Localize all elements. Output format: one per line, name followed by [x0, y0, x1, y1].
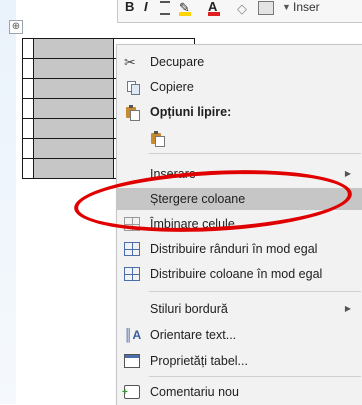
- table-properties-icon: [124, 354, 140, 368]
- table-cell-selected[interactable]: [33, 118, 114, 139]
- bold-button[interactable]: B: [125, 0, 134, 14]
- menu-item-label: Orientare text...: [150, 328, 237, 342]
- new-comment-icon: +: [122, 385, 140, 399]
- menu-item-cut[interactable]: ✂ Decupare: [117, 51, 362, 73]
- italic-button[interactable]: I: [144, 0, 148, 14]
- menu-item-label: Decupare: [150, 55, 205, 69]
- borders-icon[interactable]: [258, 1, 274, 15]
- table-cell[interactable]: [22, 78, 34, 99]
- copy-icon: [124, 80, 140, 95]
- table-cell-selected[interactable]: [33, 58, 114, 79]
- distribute-rows-icon: [124, 242, 140, 256]
- table-cell[interactable]: [22, 38, 34, 59]
- table-cell-selected[interactable]: [33, 158, 114, 179]
- shading-icon[interactable]: ◇: [237, 1, 247, 17]
- table-cell-selected[interactable]: [33, 38, 114, 59]
- menu-item-distribute-columns[interactable]: Distribuire coloane în mod egal: [117, 263, 362, 285]
- table-cell[interactable]: [22, 158, 34, 179]
- text-direction-icon: ║A: [124, 328, 142, 342]
- font-color-bar: [208, 12, 220, 16]
- menu-item-text-direction[interactable]: ║A Orientare text...: [117, 324, 362, 346]
- distribute-columns-icon: [124, 267, 140, 281]
- center-align-icon[interactable]: [160, 1, 170, 15]
- table-move-handle-icon[interactable]: ⊕: [9, 20, 23, 34]
- menu-item-copy[interactable]: Copiere: [117, 76, 362, 98]
- menu-item-table-properties[interactable]: Proprietăți tabel...: [117, 350, 362, 372]
- table-cell[interactable]: [22, 98, 34, 119]
- paste-options-label: Opțiuni lipire:: [150, 105, 232, 119]
- mini-toolbar: B I ✎ A ◇ ▼ Inser: [117, 0, 362, 23]
- menu-separator: [149, 153, 361, 154]
- menu-separator: [149, 376, 361, 377]
- paste-keep-format-icon: [149, 131, 165, 147]
- menu-item-label: Proprietăți tabel...: [150, 354, 248, 368]
- menu-item-label: Copiere: [150, 80, 194, 94]
- submenu-arrow-icon: ▶: [344, 169, 351, 178]
- ruler-strip: [0, 0, 16, 404]
- scissors-icon: ✂: [124, 54, 136, 70]
- menu-item-label: Stiluri bordură: [150, 302, 228, 316]
- submenu-arrow-icon: ▶: [344, 304, 351, 313]
- clipboard-icon: [124, 105, 140, 121]
- chevron-down-icon[interactable]: ▼: [282, 2, 291, 12]
- menu-item-label: Distribuire coloane în mod egal: [150, 267, 323, 281]
- paste-options-header: Opțiuni lipire:: [117, 101, 362, 123]
- menu-item-distribute-rows[interactable]: Distribuire rânduri în mod egal: [117, 238, 362, 260]
- table-cell-selected[interactable]: [33, 138, 114, 159]
- table-cell[interactable]: [22, 138, 34, 159]
- insert-button[interactable]: Inser: [293, 0, 320, 14]
- paste-keep-format-button[interactable]: [117, 127, 362, 149]
- menu-item-border-styles[interactable]: Stiluri bordură ▶: [117, 298, 362, 320]
- highlight-color-bar: [179, 12, 191, 16]
- table-cell-selected[interactable]: [33, 98, 114, 119]
- table-cell[interactable]: [22, 118, 34, 139]
- table-cell-selected[interactable]: [33, 78, 114, 99]
- menu-item-new-comment[interactable]: + Comentariu nou: [117, 381, 362, 403]
- menu-separator: [149, 291, 361, 292]
- menu-item-label: Distribuire rânduri în mod egal: [150, 242, 318, 256]
- menu-item-label: Comentariu nou: [150, 385, 239, 399]
- table-cell[interactable]: [22, 58, 34, 79]
